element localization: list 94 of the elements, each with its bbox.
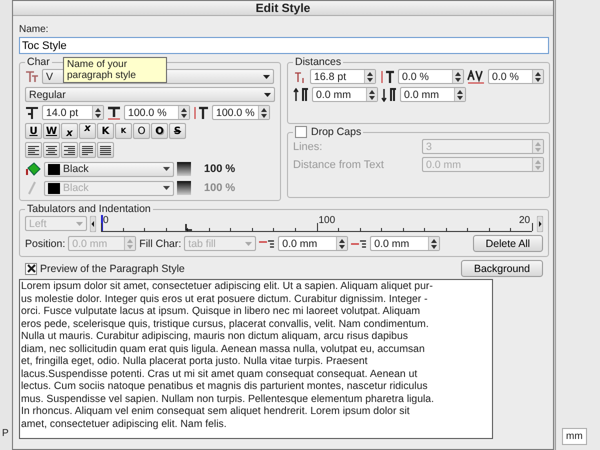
preview-text-line: Lorem ipsum dolor sit amet, consectetuer adipiscing elit. Ut a sapien. Aliquam aliquet pur- xyxy=(21,281,434,294)
spin-field[interactable]: 0.0 mm xyxy=(400,87,466,102)
window-title: Edit Style xyxy=(256,1,310,15)
scale-height-icon xyxy=(193,106,209,120)
color-dropdown[interactable]: Black xyxy=(44,162,174,176)
spin-field[interactable]: 14.0 pt xyxy=(42,105,104,120)
distance-label: Distance from Text xyxy=(293,158,384,170)
ruler-number: 20 xyxy=(519,215,530,226)
style-dropdown[interactable]: Regular xyxy=(25,87,275,102)
text-effect-button[interactable]: x xyxy=(61,123,78,139)
preview-text-line: eros pede, scelerisque quis, tristique cursus, placerat convallis, velit. Nam condimentum. xyxy=(21,318,430,331)
preview-text-line: In rhoncus. Aliquam vel enim consequat sem aliquet hendrerit. Lorem ipsum dolor sit xyxy=(21,406,411,418)
name-field[interactable]: Toc Style xyxy=(19,37,549,54)
first-indent-icon xyxy=(259,238,276,248)
background-button[interactable]: Background xyxy=(460,260,543,277)
spin-arrows-icon[interactable] xyxy=(338,238,346,250)
text-effect-button[interactable]: O xyxy=(133,123,150,139)
font-size-icon xyxy=(25,106,39,120)
drop-caps-label: Drop Caps xyxy=(311,126,362,138)
font-icon xyxy=(25,70,39,82)
spin-arrows-icon[interactable] xyxy=(456,88,464,100)
tracking-icon xyxy=(467,70,485,84)
unit-field[interactable]: mm xyxy=(562,428,587,445)
text-effect-button[interactable]: x xyxy=(79,123,96,139)
shade-icon xyxy=(177,181,191,195)
space-above-icon xyxy=(293,88,309,102)
preview-checkbox[interactable] xyxy=(25,262,37,274)
text-effect-button[interactable]: S xyxy=(169,123,186,139)
spin-arrows-icon[interactable] xyxy=(180,106,188,118)
spin-field[interactable]: 0.0 % xyxy=(398,69,464,84)
preview-label: Preview of the Paragraph Style xyxy=(40,262,185,274)
align-forced-button[interactable] xyxy=(97,142,114,158)
drop-caps-checkbox[interactable] xyxy=(295,126,307,138)
group-title: Distances xyxy=(294,56,342,68)
shade-icon xyxy=(177,162,191,176)
spin-field[interactable]: 100.0 % xyxy=(212,105,270,120)
spin-arrows-icon[interactable] xyxy=(368,88,376,100)
preview-text-line: lacus.Suspendisse potenti. Cras ut mi sit amet quam consequat consequat. Aenean ut xyxy=(21,368,418,381)
baseline-offset-icon xyxy=(379,70,395,84)
scale-width-icon xyxy=(107,106,121,120)
align-block-button[interactable] xyxy=(79,142,96,158)
preview-text-line: lectus. Cum sociis natoque penatibus et magnis dis parturient montes, nascetur ridiculus xyxy=(21,381,429,394)
ruler-number: 0 xyxy=(103,215,109,226)
preview-text-line: Nulla ut mauris. Curabitur adipiscing, mauris non dictum aliquam, arcu risus dapibus xyxy=(21,331,409,344)
left-tab-icon[interactable] xyxy=(185,224,192,231)
left-indent-icon xyxy=(351,238,368,248)
caret-icon xyxy=(163,186,170,190)
spin-arrows-icon[interactable] xyxy=(454,70,462,82)
spin-field[interactable]: 100.0 % xyxy=(124,105,190,120)
spin-field[interactable]: 0.0 mm xyxy=(278,236,348,251)
text-effect-button[interactable]: K xyxy=(97,123,114,139)
fill-bucket-icon xyxy=(25,161,41,177)
delete-all-button[interactable]: Delete All xyxy=(472,235,543,252)
name-label: Name: xyxy=(19,24,50,35)
preview-text-line: diam, nec sollicitudin quam erat quis ligula. Aenean massa nulla, volutpat eu, accumsan xyxy=(21,344,426,356)
group-title: Char xyxy=(26,56,51,68)
preview-text-line: us molestie dolor. Integer quis eros ut erat posuere dictum. Curabitur dignissim. Integer - xyxy=(21,294,429,306)
scroll-right-icon[interactable] xyxy=(537,216,543,232)
text-effect-button[interactable]: W xyxy=(43,123,60,139)
preview-text-line: mus. Suspendisse vel sapien. Nullam non turpis. Pellentesque elementum pharetra ligula. xyxy=(21,394,435,406)
spin-arrows-icon[interactable] xyxy=(430,238,438,250)
spin-arrows-icon[interactable] xyxy=(94,106,102,118)
spin-arrows-icon[interactable] xyxy=(366,70,374,82)
panel-label: P xyxy=(2,428,9,439)
spin-field[interactable]: 16.8 pt xyxy=(310,69,376,84)
align-center-button[interactable] xyxy=(43,142,60,158)
caret-icon xyxy=(264,92,271,96)
spin-field[interactable]: 0.0 mm xyxy=(312,87,378,102)
shade-value: 100 % xyxy=(204,182,236,194)
group-title: Tabulators and Indentation xyxy=(26,203,152,215)
tooltip: Name of your paragraph style xyxy=(63,57,167,83)
align-left-button[interactable] xyxy=(25,142,42,158)
preview-text-line: orci. Fusce vulputate lacus at ipsum. Quisque in libero nec mi laoreet volutpat. Aliquam xyxy=(21,306,422,318)
spin-arrows-icon[interactable] xyxy=(260,106,268,118)
caret-icon xyxy=(76,222,83,226)
fill-char-label: Fill Char: xyxy=(139,238,182,250)
align-right-button[interactable] xyxy=(61,142,78,158)
text-effect-button[interactable]: O xyxy=(151,123,168,139)
shade-value: 100 % xyxy=(204,163,236,175)
tab-ruler[interactable]: 0 100 20 xyxy=(101,215,532,232)
space-below-icon xyxy=(381,88,397,102)
spin-field[interactable]: 0.0 % xyxy=(488,69,544,84)
scroll-left-icon[interactable] xyxy=(90,216,96,232)
preview-text-line: amet, consectetuer adipiscing elit. Nam felis. xyxy=(21,418,228,431)
text-effect-button[interactable]: U xyxy=(25,123,42,139)
caret-icon xyxy=(163,167,170,171)
preview-text-line: et, fringilla eget, odio. Nulla placerat porta justo. Nulla vitae turpis. Praesent xyxy=(21,356,369,368)
caret-icon xyxy=(245,242,252,246)
lines-label: Lines: xyxy=(293,140,322,152)
spin-arrows-icon[interactable] xyxy=(534,70,542,82)
ruler-number: 100 xyxy=(318,215,336,226)
position-label: Position: xyxy=(25,238,66,250)
caret-icon xyxy=(263,74,270,78)
spin-field[interactable]: 0.0 mm xyxy=(370,236,440,251)
